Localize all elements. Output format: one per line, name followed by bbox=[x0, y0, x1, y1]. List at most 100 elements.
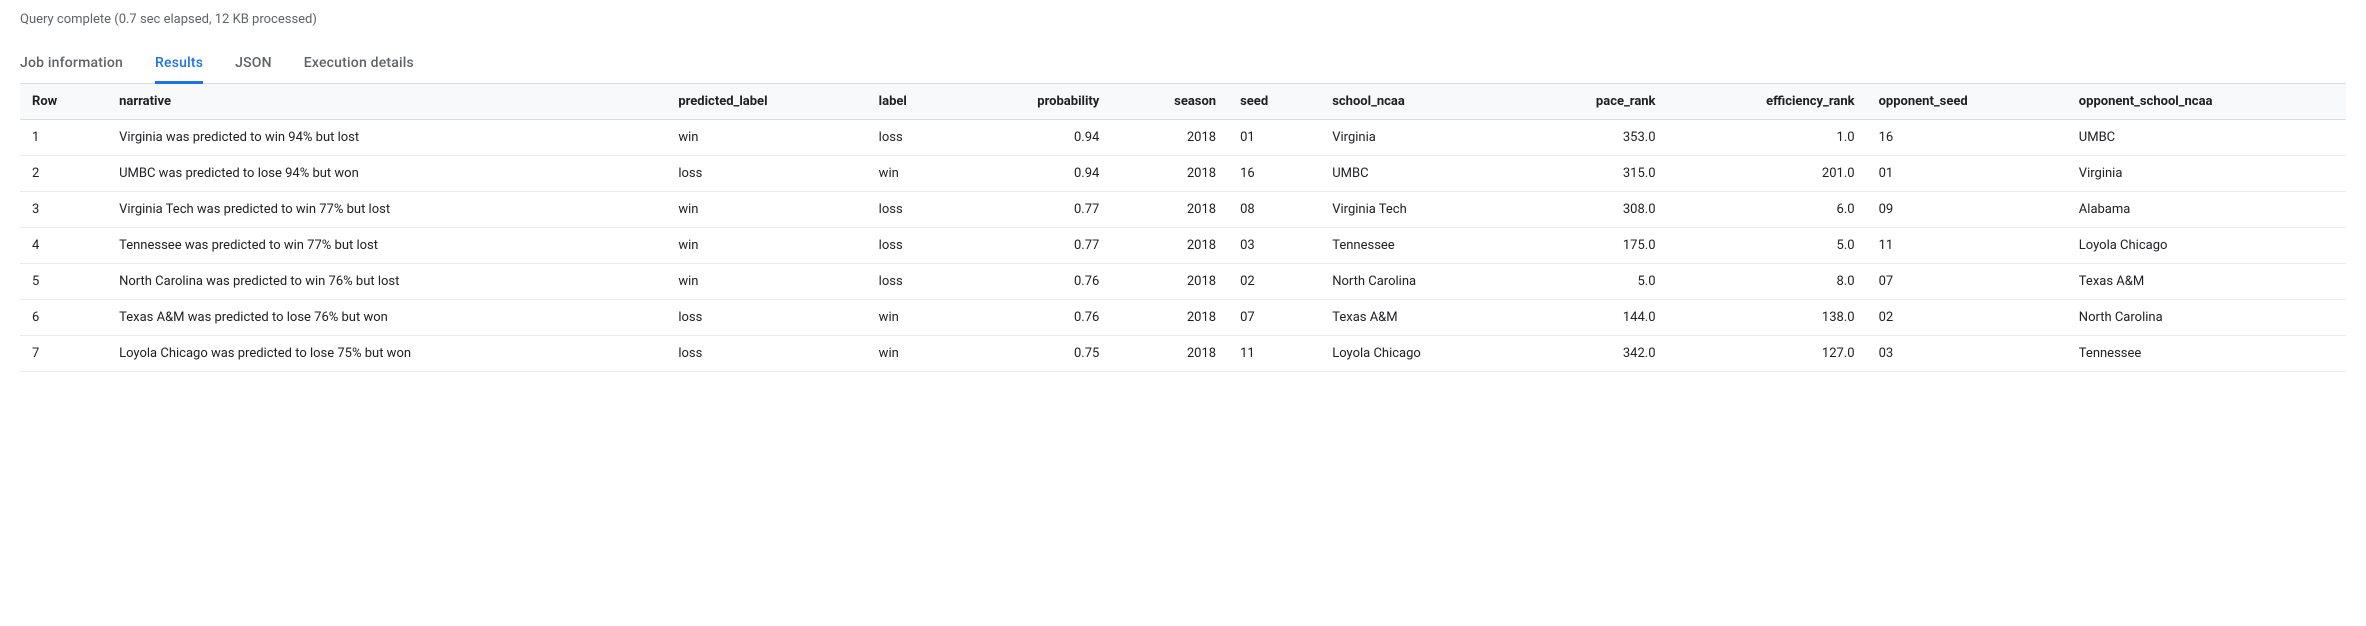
cell-seed: 01 bbox=[1228, 120, 1320, 156]
result-tabs: Job information Results JSON Execution d… bbox=[20, 45, 2346, 84]
col-school-ncaa: school_ncaa bbox=[1320, 84, 1519, 120]
cell-school-ncaa: Virginia Tech bbox=[1320, 192, 1519, 228]
cell-row: 5 bbox=[20, 264, 107, 300]
cell-predicted-label: loss bbox=[666, 300, 866, 336]
cell-pace-rank: 342.0 bbox=[1520, 336, 1668, 372]
cell-school-ncaa: Texas A&M bbox=[1320, 300, 1519, 336]
cell-narrative: Virginia was predicted to win 94% but lo… bbox=[107, 120, 666, 156]
cell-opponent-school-ncaa: Texas A&M bbox=[2067, 264, 2346, 300]
cell-pace-rank: 5.0 bbox=[1520, 264, 1668, 300]
cell-narrative: Virginia Tech was predicted to win 77% b… bbox=[107, 192, 666, 228]
cell-row: 7 bbox=[20, 336, 107, 372]
cell-season: 2018 bbox=[1111, 336, 1228, 372]
tab-json[interactable]: JSON bbox=[235, 45, 272, 84]
cell-narrative: Loyola Chicago was predicted to lose 75%… bbox=[107, 336, 666, 372]
col-pace-rank: pace_rank bbox=[1520, 84, 1668, 120]
col-opponent-school-ncaa: opponent_school_ncaa bbox=[2067, 84, 2346, 120]
col-probability: probability bbox=[959, 84, 1111, 120]
tab-job-information[interactable]: Job information bbox=[20, 45, 123, 84]
tab-execution-details[interactable]: Execution details bbox=[304, 45, 414, 84]
query-status: Query complete (0.7 sec elapsed, 12 KB p… bbox=[20, 12, 2346, 27]
cell-opponent-school-ncaa: North Carolina bbox=[2067, 300, 2346, 336]
cell-efficiency-rank: 127.0 bbox=[1668, 336, 1867, 372]
table-row: 2UMBC was predicted to lose 94% but wonl… bbox=[20, 156, 2346, 192]
cell-predicted-label: loss bbox=[666, 336, 866, 372]
table-row: 7Loyola Chicago was predicted to lose 75… bbox=[20, 336, 2346, 372]
cell-school-ncaa: Virginia bbox=[1320, 120, 1519, 156]
cell-opponent-seed: 02 bbox=[1867, 300, 2067, 336]
cell-predicted-label: win bbox=[666, 192, 866, 228]
cell-season: 2018 bbox=[1111, 120, 1228, 156]
cell-school-ncaa: UMBC bbox=[1320, 156, 1519, 192]
cell-opponent-school-ncaa: Alabama bbox=[2067, 192, 2346, 228]
cell-opponent-school-ncaa: Virginia bbox=[2067, 156, 2346, 192]
cell-season: 2018 bbox=[1111, 192, 1228, 228]
cell-efficiency-rank: 201.0 bbox=[1668, 156, 1867, 192]
cell-predicted-label: win bbox=[666, 228, 866, 264]
table-row: 6Texas A&M was predicted to lose 76% but… bbox=[20, 300, 2346, 336]
cell-label: loss bbox=[867, 264, 959, 300]
col-season: season bbox=[1111, 84, 1228, 120]
cell-efficiency-rank: 5.0 bbox=[1668, 228, 1867, 264]
cell-label: win bbox=[867, 336, 959, 372]
cell-seed: 08 bbox=[1228, 192, 1320, 228]
cell-opponent-seed: 01 bbox=[1867, 156, 2067, 192]
cell-pace-rank: 308.0 bbox=[1520, 192, 1668, 228]
cell-school-ncaa: Tennessee bbox=[1320, 228, 1519, 264]
cell-efficiency-rank: 8.0 bbox=[1668, 264, 1867, 300]
cell-probability: 0.94 bbox=[959, 120, 1111, 156]
table-row: 4Tennessee was predicted to win 77% but … bbox=[20, 228, 2346, 264]
col-narrative: narrative bbox=[107, 84, 666, 120]
cell-probability: 0.75 bbox=[959, 336, 1111, 372]
cell-pace-rank: 353.0 bbox=[1520, 120, 1668, 156]
cell-row: 1 bbox=[20, 120, 107, 156]
cell-predicted-label: win bbox=[666, 120, 866, 156]
cell-school-ncaa: Loyola Chicago bbox=[1320, 336, 1519, 372]
col-efficiency-rank: efficiency_rank bbox=[1668, 84, 1867, 120]
cell-label: win bbox=[867, 300, 959, 336]
col-predicted-label: predicted_label bbox=[666, 84, 866, 120]
cell-row: 2 bbox=[20, 156, 107, 192]
cell-efficiency-rank: 138.0 bbox=[1668, 300, 1867, 336]
cell-row: 3 bbox=[20, 192, 107, 228]
col-seed: seed bbox=[1228, 84, 1320, 120]
cell-opponent-seed: 07 bbox=[1867, 264, 2067, 300]
cell-efficiency-rank: 1.0 bbox=[1668, 120, 1867, 156]
results-table: Row narrative predicted_label label prob… bbox=[20, 84, 2346, 372]
cell-row: 6 bbox=[20, 300, 107, 336]
cell-narrative: UMBC was predicted to lose 94% but won bbox=[107, 156, 666, 192]
cell-row: 4 bbox=[20, 228, 107, 264]
cell-season: 2018 bbox=[1111, 300, 1228, 336]
cell-opponent-seed: 11 bbox=[1867, 228, 2067, 264]
cell-opponent-seed: 03 bbox=[1867, 336, 2067, 372]
cell-efficiency-rank: 6.0 bbox=[1668, 192, 1867, 228]
cell-pace-rank: 175.0 bbox=[1520, 228, 1668, 264]
cell-label: win bbox=[867, 156, 959, 192]
table-row: 3Virginia Tech was predicted to win 77% … bbox=[20, 192, 2346, 228]
cell-predicted-label: loss bbox=[666, 156, 866, 192]
cell-pace-rank: 315.0 bbox=[1520, 156, 1668, 192]
cell-opponent-seed: 16 bbox=[1867, 120, 2067, 156]
cell-opponent-school-ncaa: UMBC bbox=[2067, 120, 2346, 156]
cell-predicted-label: win bbox=[666, 264, 866, 300]
cell-opponent-seed: 09 bbox=[1867, 192, 2067, 228]
col-label: label bbox=[867, 84, 959, 120]
cell-probability: 0.94 bbox=[959, 156, 1111, 192]
cell-season: 2018 bbox=[1111, 264, 1228, 300]
cell-opponent-school-ncaa: Tennessee bbox=[2067, 336, 2346, 372]
cell-pace-rank: 144.0 bbox=[1520, 300, 1668, 336]
cell-narrative: Tennessee was predicted to win 77% but l… bbox=[107, 228, 666, 264]
cell-season: 2018 bbox=[1111, 228, 1228, 264]
table-header-row: Row narrative predicted_label label prob… bbox=[20, 84, 2346, 120]
cell-narrative: Texas A&M was predicted to lose 76% but … bbox=[107, 300, 666, 336]
cell-probability: 0.77 bbox=[959, 192, 1111, 228]
cell-seed: 07 bbox=[1228, 300, 1320, 336]
tab-results[interactable]: Results bbox=[155, 45, 203, 84]
table-row: 1Virginia was predicted to win 94% but l… bbox=[20, 120, 2346, 156]
cell-probability: 0.76 bbox=[959, 264, 1111, 300]
table-row: 5North Carolina was predicted to win 76%… bbox=[20, 264, 2346, 300]
cell-seed: 03 bbox=[1228, 228, 1320, 264]
cell-opponent-school-ncaa: Loyola Chicago bbox=[2067, 228, 2346, 264]
cell-narrative: North Carolina was predicted to win 76% … bbox=[107, 264, 666, 300]
cell-label: loss bbox=[867, 192, 959, 228]
